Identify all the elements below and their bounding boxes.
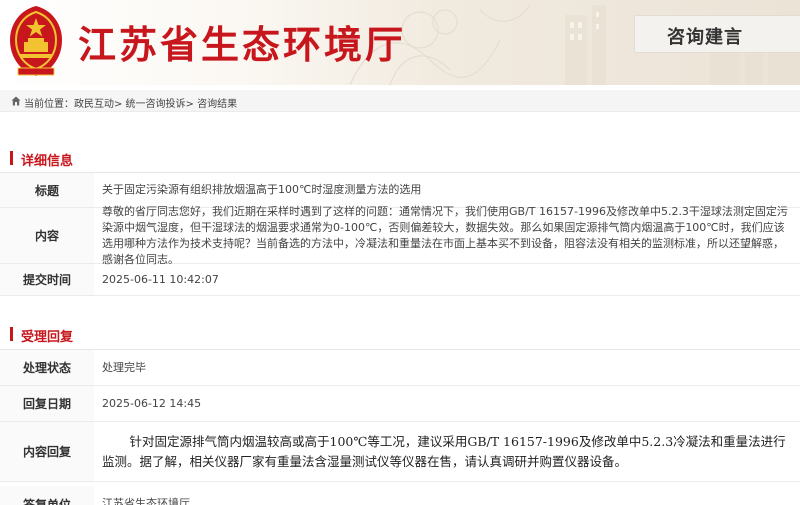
reply-section-header: 受理回复 (0, 324, 800, 346)
row-label: 标题 (0, 173, 94, 207)
consult-tab-label: 咨询建言 (667, 27, 743, 48)
detail-section-header: 详细信息 (0, 148, 800, 170)
row-label: 处理状态 (0, 350, 94, 385)
row-value: 针对固定源排气筒内烟温较高或高于100℃等工况，建议采用GB/T 16157-1… (102, 422, 794, 481)
row-value: 关于固定污染源有组织排放烟温高于100℃时湿度测量方法的选用 (102, 183, 422, 196)
row-value: 尊敬的省厅同志您好，我们近期在采样时遇到了这样的问题：通常情况下，我们使用GB/… (102, 204, 788, 266)
row-value: 江苏省生态环境厅 (102, 497, 190, 505)
reply-row-content: 内容回复 针对固定源排气筒内烟温较高或高于100℃等工况，建议采用GB/T 16… (0, 422, 800, 482)
detail-section-title: 详细信息 (21, 154, 74, 169)
site-title: 江苏省生态环境厅 (78, 22, 407, 67)
row-label: 内容 (0, 208, 94, 263)
reply-row-status: 处理状态 处理完毕 (0, 350, 800, 386)
row-value: 2025-06-12 14:45 (102, 396, 202, 410)
reply-row-date: 回复日期 2025-06-12 14:45 (0, 386, 800, 422)
section-marker (10, 151, 13, 165)
national-emblem-icon (10, 6, 62, 76)
home-icon (11, 96, 21, 106)
breadcrumb: 当前位置：政民互动> 统一咨询投诉> 咨询结果 (0, 90, 800, 112)
reply-content-text: 针对固定源排气筒内烟温较高或高于100℃等工况，建议采用GB/T 16157-1… (102, 433, 786, 469)
row-value: 处理完毕 (102, 360, 146, 374)
breadcrumb-text: 当前位置：政民互动> 统一咨询投诉> 咨询结果 (24, 99, 238, 110)
row-value: 2025-06-11 10:42:07 (102, 272, 219, 286)
row-label: 提交时间 (0, 264, 94, 295)
consult-tab[interactable]: 咨询建言 (634, 15, 800, 53)
header-banner: 江苏省生态环境厅 咨询建言 (0, 0, 800, 85)
reply-row-unit: 答复单位 江苏省生态环境厅 (0, 486, 800, 505)
row-label: 回复日期 (0, 386, 94, 421)
detail-row-submit-time: 提交时间 2025-06-11 10:42:07 (0, 264, 800, 296)
section-marker (10, 327, 13, 341)
detail-row-content: 内容 尊敬的省厅同志您好，我们近期在采样时遇到了这样的问题：通常情况下，我们使用… (0, 204, 800, 266)
row-label: 内容回复 (0, 422, 94, 481)
row-label: 答复单位 (0, 486, 94, 505)
reply-section-title: 受理回复 (21, 330, 74, 345)
